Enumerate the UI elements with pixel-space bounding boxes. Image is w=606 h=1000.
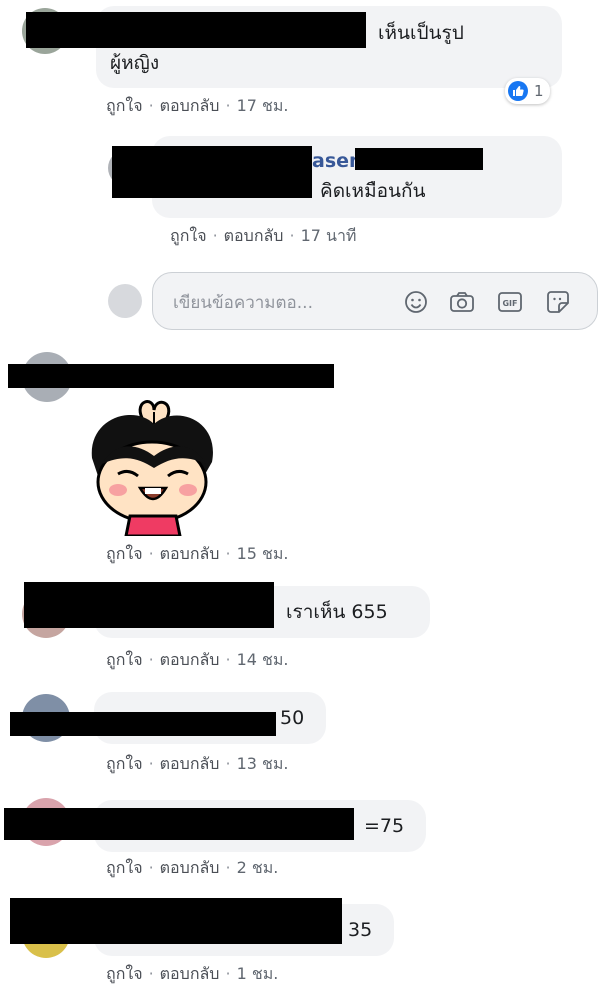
reply-link[interactable]: ตอบกลับ — [160, 96, 220, 115]
redaction-bar — [4, 808, 354, 840]
comment-text: คิดเหมือนกัน — [320, 180, 426, 202]
comment-actions: ถูกใจ · ตอบกลับ · 17 ชม. — [106, 96, 289, 115]
comment-text: เห็นเป็นรูป — [378, 22, 464, 44]
reaction-count: 1 — [534, 82, 544, 100]
timestamp[interactable]: 17 ชม. — [237, 96, 289, 115]
gif-icon[interactable]: GIF — [497, 289, 523, 315]
comment-actions: ถูกใจ · ตอบกลับ · 13 ชม. — [106, 754, 289, 773]
praying-girl-sticker[interactable] — [84, 398, 220, 538]
comment-text: 35 — [348, 919, 373, 941]
like-reaction-icon — [508, 81, 528, 101]
comment-actions: ถูกใจ · ตอบกลับ · 2 ชม. — [106, 858, 279, 877]
comment-text-line2: ผู้หญิง — [110, 52, 160, 74]
comment-text: =75 — [364, 815, 405, 837]
emoji-icon[interactable] — [403, 289, 429, 315]
redaction-bar — [24, 582, 274, 628]
like-link[interactable]: ถูกใจ — [170, 226, 207, 245]
timestamp[interactable]: 17 นาที — [301, 226, 357, 245]
reply-input-placeholder: เขียนข้อความตอ... — [173, 293, 313, 313]
current-user-avatar[interactable] — [108, 284, 142, 318]
comment-actions: ถูกใจ · ตอบกลับ · 14 ชม. — [106, 650, 289, 669]
redaction-bar — [10, 712, 276, 736]
like-link[interactable]: ถูกใจ — [106, 754, 143, 773]
sticker-icon[interactable] — [545, 289, 571, 315]
reply-link[interactable]: ตอบกลับ — [160, 964, 220, 983]
like-link[interactable]: ถูกใจ — [106, 96, 143, 115]
comment-actions: ถูกใจ · ตอบกลับ · 15 ชม. — [106, 544, 289, 563]
like-link[interactable]: ถูกใจ — [106, 544, 143, 563]
comment-actions: ถูกใจ · ตอบกลับ · 1 ชม. — [106, 964, 279, 983]
like-link[interactable]: ถูกใจ — [106, 858, 143, 877]
redaction-bar — [355, 148, 483, 170]
svg-text:GIF: GIF — [502, 299, 517, 308]
reply-link[interactable]: ตอบกลับ — [160, 754, 220, 773]
like-link[interactable]: ถูกใจ — [106, 650, 143, 669]
like-link[interactable]: ถูกใจ — [106, 964, 143, 983]
redaction-bar — [8, 364, 334, 388]
timestamp[interactable]: 2 ชม. — [237, 858, 279, 877]
timestamp[interactable]: 14 ชม. — [237, 650, 289, 669]
comment-actions: ถูกใจ · ตอบกลับ · 17 นาที — [170, 226, 357, 245]
reply-link[interactable]: ตอบกลับ — [160, 858, 220, 877]
reaction-summary[interactable]: 1 — [505, 78, 550, 104]
comment-text: เราเห็น 655 — [286, 601, 388, 623]
camera-icon[interactable] — [449, 289, 475, 315]
reply-link[interactable]: ตอบกลับ — [160, 650, 220, 669]
redaction-bar — [10, 898, 342, 944]
redaction-bar — [112, 146, 312, 198]
reply-link[interactable]: ตอบกลับ — [160, 544, 220, 563]
timestamp[interactable]: 15 ชม. — [237, 544, 289, 563]
timestamp[interactable]: 1 ชม. — [237, 964, 279, 983]
reply-link[interactable]: ตอบกลับ — [224, 226, 284, 245]
timestamp[interactable]: 13 ชม. — [237, 754, 289, 773]
reply-input[interactable]: เขียนข้อความตอ... GIF — [152, 272, 598, 330]
redaction-bar — [26, 12, 366, 48]
comment-text: 50 — [280, 707, 305, 729]
